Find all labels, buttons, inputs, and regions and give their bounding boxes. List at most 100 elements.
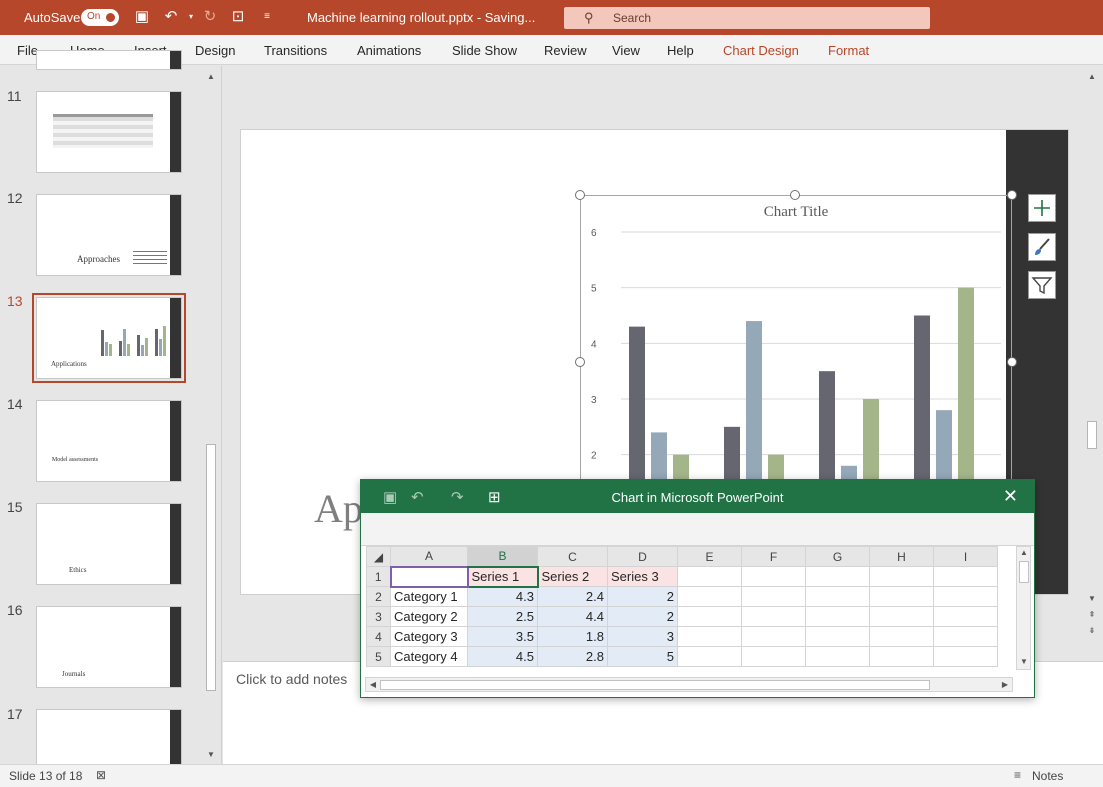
save-icon[interactable]: ▣ bbox=[133, 8, 151, 26]
select-all-corner[interactable]: ◢ bbox=[366, 546, 391, 567]
scroll-down-icon[interactable]: ▼ bbox=[1085, 594, 1099, 603]
column-header-g[interactable]: G bbox=[805, 546, 870, 567]
tab-review[interactable]: Review bbox=[544, 43, 587, 58]
slide-thumbnail-13[interactable]: Applications bbox=[32, 293, 186, 383]
undo-dropdown-icon[interactable]: ▾ bbox=[182, 8, 200, 26]
cell[interactable]: 4.5 bbox=[467, 646, 538, 667]
slide-title[interactable]: Ap bbox=[314, 485, 363, 532]
cell[interactable] bbox=[933, 606, 998, 627]
cell[interactable] bbox=[677, 566, 742, 587]
cell[interactable] bbox=[869, 646, 934, 667]
cell[interactable] bbox=[869, 586, 934, 607]
cell[interactable] bbox=[741, 606, 806, 627]
chart-data-window[interactable]: ▣ ↶ ↷ ⊞ Chart in Microsoft PowerPoint ✕ … bbox=[360, 479, 1035, 698]
undo-icon[interactable]: ↶ bbox=[162, 8, 180, 26]
cell[interactable] bbox=[933, 566, 998, 587]
tab-transitions[interactable]: Transitions bbox=[264, 43, 327, 58]
cell[interactable]: Series 1 bbox=[466, 565, 539, 588]
scroll-right-icon[interactable]: ▶ bbox=[998, 680, 1012, 689]
scrollbar-thumb[interactable] bbox=[1019, 561, 1029, 583]
cell[interactable] bbox=[933, 626, 998, 647]
cell[interactable] bbox=[741, 566, 806, 587]
column-header-f[interactable]: F bbox=[741, 546, 806, 567]
slide-thumbnail-11[interactable] bbox=[36, 91, 182, 173]
scroll-up-icon[interactable]: ▲ bbox=[204, 72, 218, 81]
cell[interactable] bbox=[677, 646, 742, 667]
cell[interactable] bbox=[805, 626, 870, 647]
row-header[interactable]: 3 bbox=[366, 606, 391, 627]
cell[interactable]: 2.4 bbox=[537, 586, 608, 607]
scroll-down-icon[interactable]: ▼ bbox=[1017, 657, 1031, 666]
notes-button[interactable]: Notes bbox=[1032, 769, 1063, 783]
row-header[interactable]: 4 bbox=[366, 626, 391, 647]
accessibility-icon[interactable]: ⊠ bbox=[96, 768, 106, 782]
scrollbar-thumb[interactable] bbox=[380, 680, 930, 690]
autosave-toggle[interactable]: On bbox=[81, 9, 119, 26]
cell[interactable]: 1.8 bbox=[537, 626, 608, 647]
previous-slide-icon[interactable]: ⇞ bbox=[1085, 610, 1099, 619]
tab-file[interactable]: File bbox=[17, 43, 38, 58]
close-icon[interactable]: ✕ bbox=[1003, 486, 1018, 507]
tab-slide-show[interactable]: Slide Show bbox=[452, 43, 517, 58]
cell[interactable]: Series 2 bbox=[537, 566, 608, 587]
redo-icon[interactable]: ↻ bbox=[201, 8, 219, 26]
cell[interactable]: 2 bbox=[607, 586, 678, 607]
cell[interactable] bbox=[741, 646, 806, 667]
tab-format[interactable]: Format bbox=[828, 43, 869, 58]
customize-toolbar-icon[interactable]: ≡ bbox=[258, 8, 276, 26]
thumbnails-scrollbar[interactable]: ▲ ▼ bbox=[204, 66, 218, 764]
resize-handle-left[interactable] bbox=[575, 357, 585, 367]
cell[interactable]: 4.3 bbox=[467, 586, 538, 607]
tab-view[interactable]: View bbox=[612, 43, 640, 58]
cell[interactable] bbox=[805, 646, 870, 667]
slide-thumbnail-17[interactable] bbox=[36, 709, 182, 769]
row-header[interactable]: 1 bbox=[366, 566, 391, 587]
resize-handle-top[interactable] bbox=[790, 190, 800, 200]
cell[interactable]: 2.5 bbox=[467, 606, 538, 627]
column-header-a[interactable]: A bbox=[390, 546, 468, 567]
document-title[interactable]: Machine learning rollout.pptx - Saving..… bbox=[307, 10, 535, 25]
cell[interactable] bbox=[805, 586, 870, 607]
slide-thumbnail-16[interactable]: Journals bbox=[36, 606, 182, 688]
chart-filters-button[interactable] bbox=[1028, 271, 1056, 299]
cell[interactable]: 4.4 bbox=[537, 606, 608, 627]
scroll-up-icon[interactable]: ▲ bbox=[1085, 72, 1099, 81]
cell[interactable] bbox=[677, 606, 742, 627]
scroll-up-icon[interactable]: ▲ bbox=[1017, 548, 1031, 557]
tab-design[interactable]: Design bbox=[195, 43, 235, 58]
chart-object[interactable]: Chart Title 0123456 bbox=[580, 195, 1012, 516]
scroll-left-icon[interactable]: ◀ bbox=[366, 680, 380, 689]
cell[interactable]: Category 3 bbox=[390, 626, 468, 647]
column-header-b[interactable]: B bbox=[467, 546, 538, 568]
cell[interactable]: Category 4 bbox=[390, 646, 468, 667]
resize-handle-right[interactable] bbox=[1007, 357, 1017, 367]
cell[interactable] bbox=[741, 626, 806, 647]
cell[interactable] bbox=[805, 566, 870, 587]
cell[interactable] bbox=[805, 606, 870, 627]
scrollbar-thumb[interactable] bbox=[1087, 421, 1097, 449]
slide-thumbnail-14[interactable]: Model assessments bbox=[36, 400, 182, 482]
tab-help[interactable]: Help bbox=[667, 43, 694, 58]
tab-chart-design[interactable]: Chart Design bbox=[723, 43, 799, 58]
cell[interactable] bbox=[741, 586, 806, 607]
cell[interactable]: 3.5 bbox=[467, 626, 538, 647]
chart-styles-button[interactable] bbox=[1028, 233, 1056, 261]
next-slide-icon[interactable]: ⇟ bbox=[1085, 626, 1099, 635]
cell[interactable] bbox=[389, 565, 469, 588]
spreadsheet-grid[interactable]: ◢ A B C D E F G H I 1 Series 1 Series 2 … bbox=[366, 546, 998, 667]
scroll-down-icon[interactable]: ▼ bbox=[204, 750, 218, 759]
row-header[interactable]: 5 bbox=[366, 646, 391, 667]
column-header-h[interactable]: H bbox=[869, 546, 934, 567]
resize-handle-top-right[interactable] bbox=[1007, 190, 1017, 200]
column-header-i[interactable]: I bbox=[933, 546, 998, 567]
cell[interactable] bbox=[869, 626, 934, 647]
cell[interactable] bbox=[677, 626, 742, 647]
cell[interactable] bbox=[933, 646, 998, 667]
cell[interactable]: 2 bbox=[607, 606, 678, 627]
column-header-c[interactable]: C bbox=[537, 546, 608, 567]
formula-bar[interactable] bbox=[361, 513, 1034, 546]
tab-animations[interactable]: Animations bbox=[357, 43, 421, 58]
cell[interactable] bbox=[933, 586, 998, 607]
cell[interactable]: 3 bbox=[607, 626, 678, 647]
slide-thumbnail-12[interactable]: Approaches bbox=[36, 194, 182, 276]
